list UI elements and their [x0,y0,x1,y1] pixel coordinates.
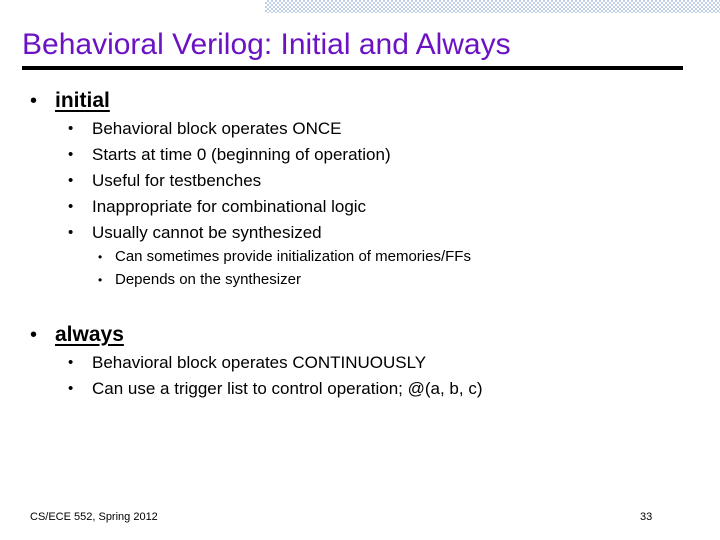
list-item-label: Behavioral block operates CONTINUOUSLY [92,353,427,372]
bullet-icon: • [68,198,74,215]
list-item-label: Usually cannot be synthesized [92,223,322,242]
bullet-icon: • [30,324,38,346]
list-item: • Can sometimes provide initialization o… [0,246,720,268]
list-item: • Behavioral block operates CONTINUOUSLY [0,350,720,375]
section-heading-label: always [55,323,124,346]
list-item-label: Depends on the synthesizer [115,271,301,288]
bullet-icon: • [68,354,74,371]
list-item: • Usually cannot be synthesized [0,220,720,245]
list-item-label: Useful for testbenches [92,171,262,190]
title-divider [22,66,683,70]
list-item-label: Starts at time 0 (beginning of operation… [92,145,391,164]
list-item-label: Can sometimes provide initialization of … [115,248,471,265]
list-item: • Starts at time 0 (beginning of operati… [0,142,720,167]
section-heading-always: • always [0,322,720,348]
section-heading-label: initial [55,89,110,112]
bullet-icon: • [98,250,103,264]
footer-course-label: CS/ECE 552, Spring 2012 [30,511,158,523]
decorative-top-bar [265,0,720,13]
list-item: • Behavioral block operates ONCE [0,116,720,141]
list-item-label: Can use a trigger list to control operat… [92,379,483,398]
bullet-icon: • [68,146,74,163]
list-item: • Useful for testbenches [0,168,720,193]
list-item: • Can use a trigger list to control oper… [0,376,720,401]
bullet-icon: • [68,172,74,189]
bullet-icon: • [30,90,38,112]
list-item-label: Behavioral block operates ONCE [92,119,342,138]
footer-page-number: 33 [640,511,653,523]
slide-body: • initial • Behavioral block operates ON… [0,88,720,402]
list-item: • Depends on the synthesizer [0,269,720,291]
bullet-icon: • [68,380,74,397]
bullet-icon: • [98,273,103,287]
bullet-icon: • [68,224,74,241]
list-item: • Inappropriate for combinational logic [0,194,720,219]
page-title: Behavioral Verilog: Initial and Always [22,28,511,61]
bullet-icon: • [68,120,74,137]
list-item-label: Inappropriate for combinational logic [92,197,367,216]
section-heading-initial: • initial [0,88,720,114]
